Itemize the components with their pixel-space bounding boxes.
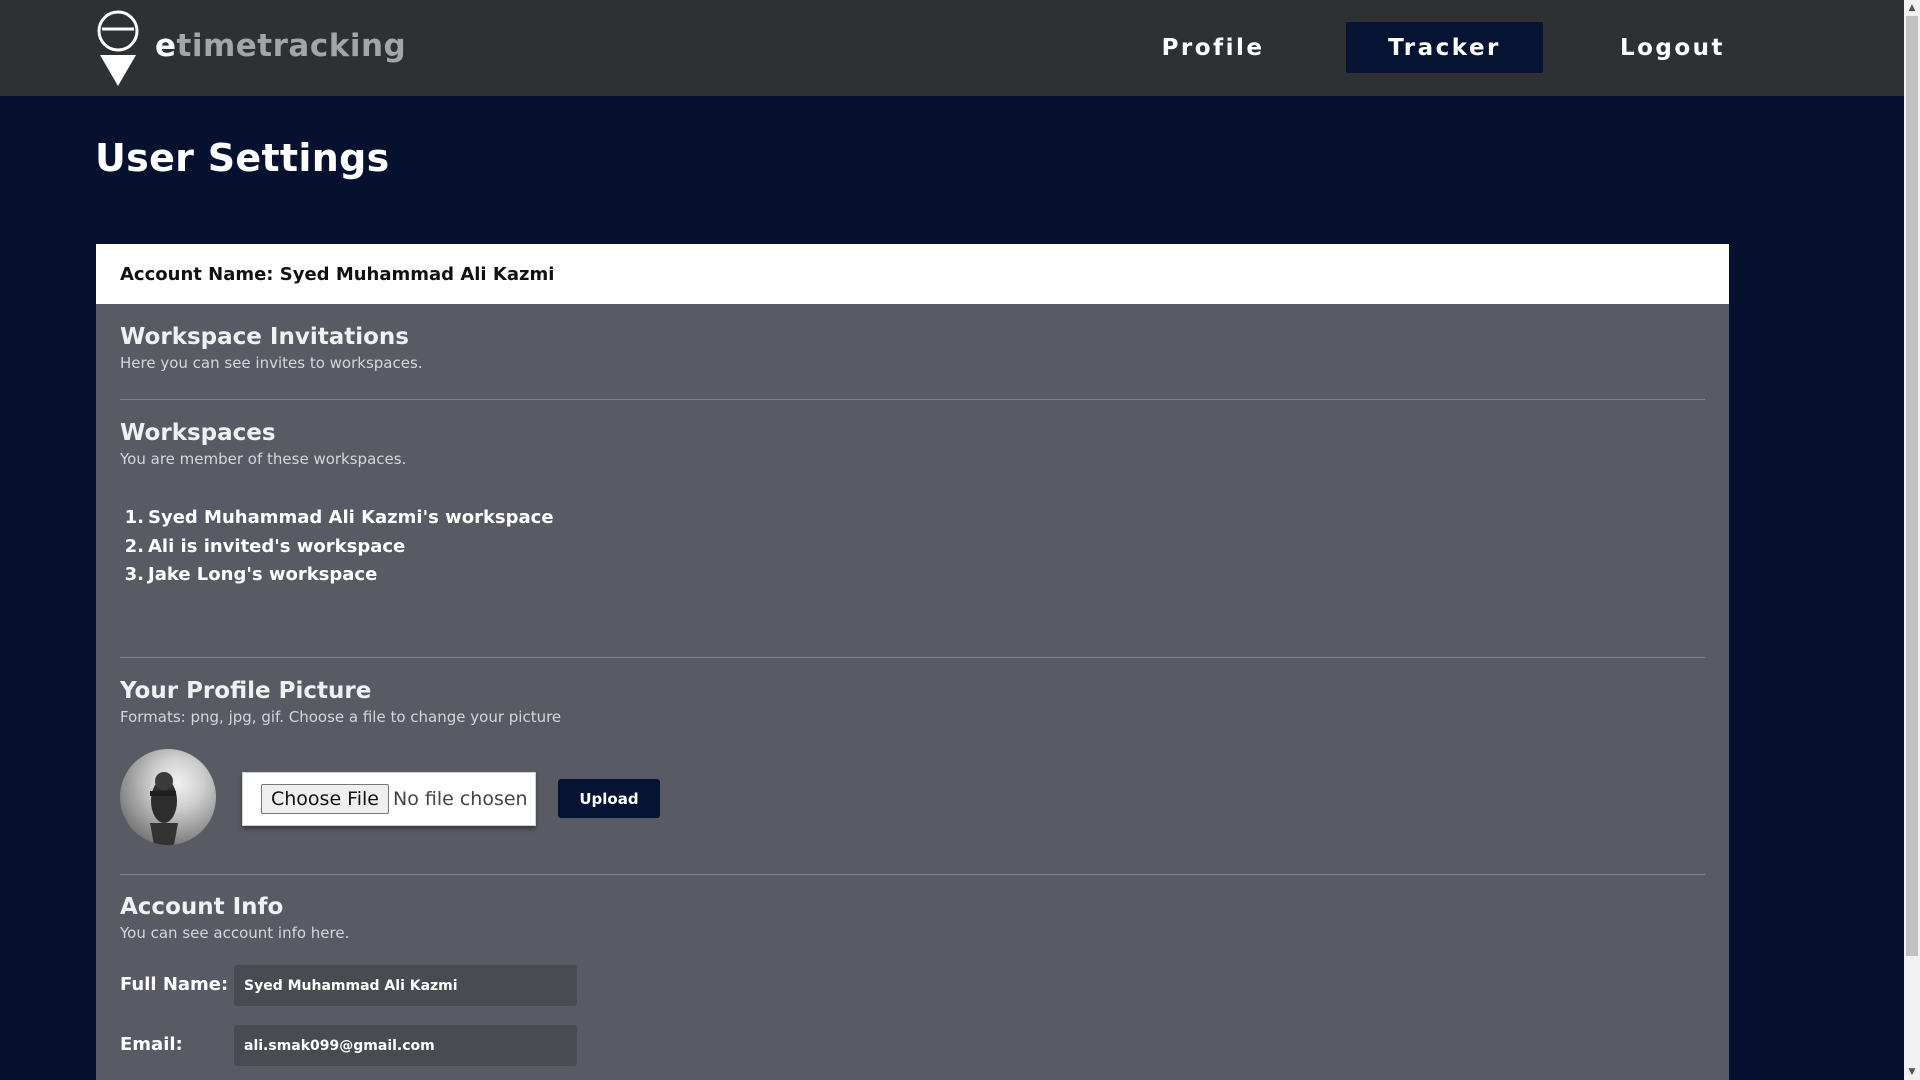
workspace-list: 1. Syed Muhammad Ali Kazmi's workspace 2.… [120, 504, 554, 590]
file-input[interactable]: Choose File No file chosen [242, 772, 536, 826]
workspace-name: Jake Long's workspace [148, 564, 378, 585]
list-item[interactable]: 1. Syed Muhammad Ali Kazmi's workspace [120, 504, 554, 533]
scroll-down-arrow-icon[interactable]: ▼ [1904, 1064, 1920, 1080]
upload-button[interactable]: Upload [558, 779, 660, 818]
list-item[interactable]: 2. Ali is invited's workspace [120, 533, 554, 562]
list-item[interactable]: 3. Jake Long's workspace [120, 561, 554, 590]
file-status-text: No file chosen [392, 788, 528, 810]
workspaces-title: Workspaces [120, 420, 276, 446]
account-info-subtitle: You can see account info here. [120, 924, 350, 942]
scroll-thumb[interactable] [1906, 16, 1918, 956]
avatar [120, 749, 216, 845]
page-scrollbar[interactable]: ▲ ▼ [1904, 0, 1920, 1080]
workspace-name: Syed Muhammad Ali Kazmi's workspace [148, 507, 554, 528]
account-info-title: Account Info [120, 894, 284, 920]
invitations-title: Workspace Invitations [120, 324, 409, 350]
profile-picture-subtitle: Formats: png, jpg, gif. Choose a file to… [120, 708, 562, 726]
page-title: User Settings [95, 136, 390, 180]
section-divider [120, 399, 1705, 400]
app-name: etimetracking [155, 28, 407, 64]
app-logo[interactable]: etimetracking [95, 10, 406, 88]
section-divider [120, 657, 1705, 658]
location-pin-logo-icon [97, 10, 139, 86]
email-field[interactable] [234, 1025, 577, 1066]
invitations-subtitle: Here you can see invites to workspaces. [120, 354, 423, 372]
nav-tracker-link[interactable]: Tracker [1346, 22, 1543, 73]
workspaces-subtitle: You are member of these workspaces. [120, 450, 407, 468]
section-divider [120, 874, 1705, 875]
scroll-up-arrow-icon[interactable]: ▲ [1904, 0, 1920, 16]
account-name-header: Account Name: Syed Muhammad Ali Kazmi [96, 244, 1729, 304]
profile-photo-image [150, 772, 178, 845]
nav-profile-link[interactable]: Profile [1150, 22, 1276, 73]
settings-card: Workspace Invitations Here you can see i… [96, 304, 1729, 1080]
nav-logout-link[interactable]: Logout [1615, 22, 1730, 73]
choose-file-button[interactable]: Choose File [261, 784, 389, 814]
top-navigation-bar: etimetracking Profile Tracker Logout [0, 0, 1904, 96]
profile-picture-title: Your Profile Picture [120, 678, 372, 704]
full-name-field[interactable] [234, 965, 577, 1006]
full-name-label: Full Name: [120, 974, 229, 995]
email-label: Email: [120, 1034, 183, 1055]
workspace-name: Ali is invited's workspace [148, 535, 406, 557]
